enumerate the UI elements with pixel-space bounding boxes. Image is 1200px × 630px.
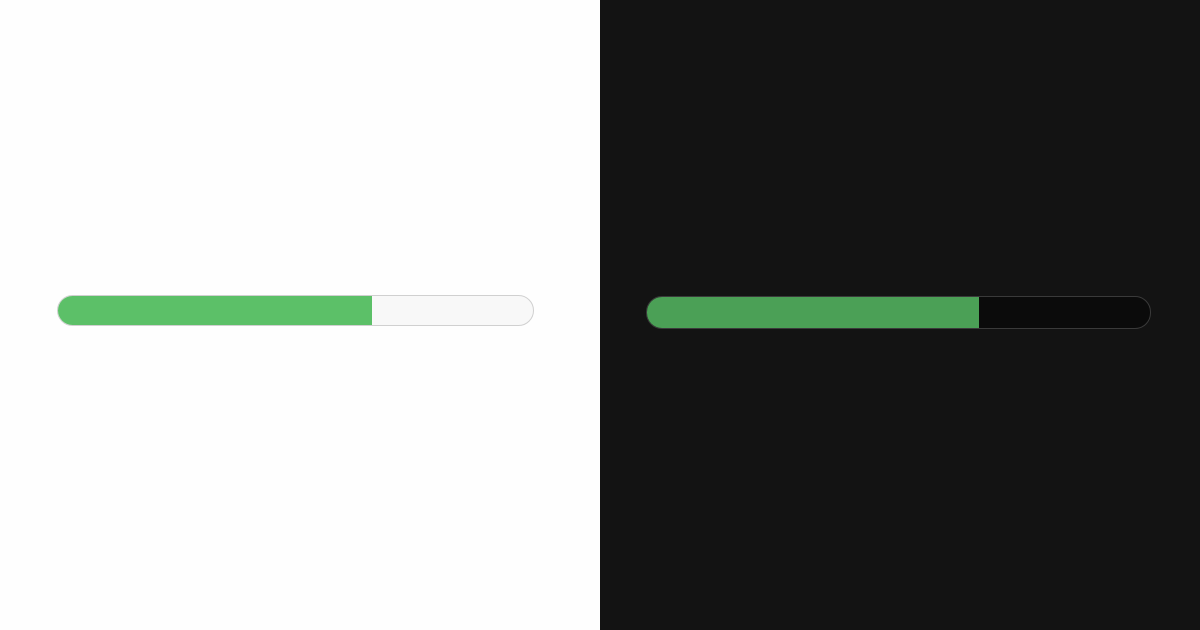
light-progress-fill bbox=[58, 296, 372, 325]
light-progress-bar bbox=[57, 295, 534, 326]
light-theme-panel bbox=[0, 0, 600, 630]
dark-progress-bar bbox=[646, 296, 1151, 329]
dark-progress-fill bbox=[647, 297, 979, 328]
dark-theme-panel bbox=[600, 0, 1200, 630]
stage bbox=[0, 0, 1200, 630]
